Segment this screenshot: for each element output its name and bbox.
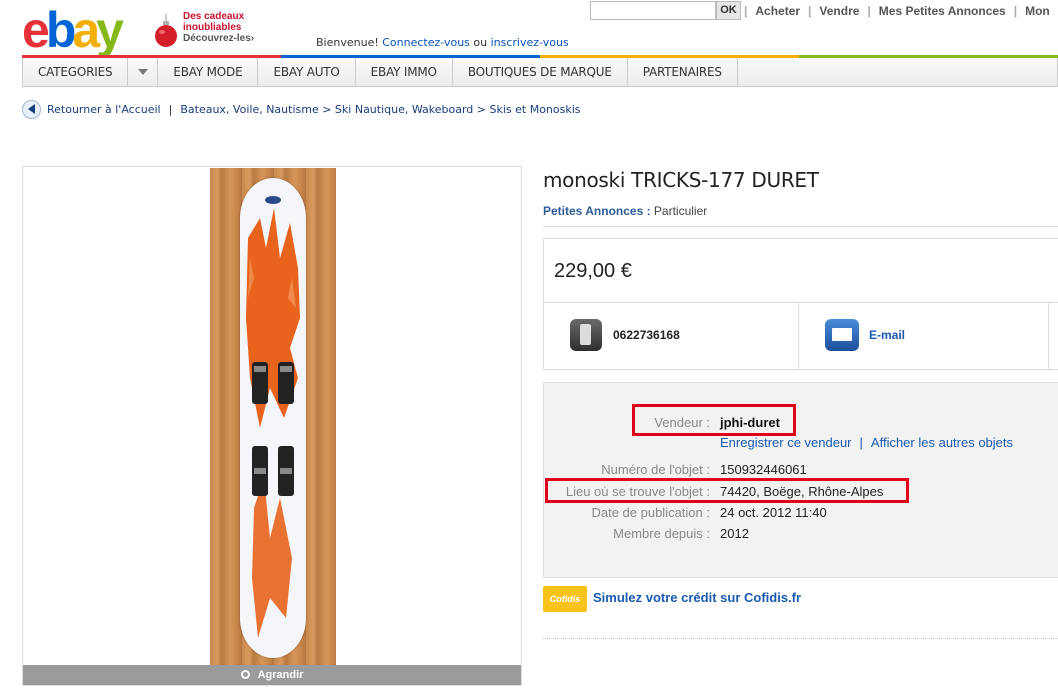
promo-link[interactable]: Découvrez-les›	[183, 33, 254, 44]
listing-type-label: Petites Annonces :	[543, 204, 651, 218]
links-separator: |	[859, 435, 863, 450]
register-link[interactable]: inscrivez-vous	[491, 36, 569, 49]
signin-link[interactable]: Connectez-vous	[382, 36, 470, 49]
pub-date-label: Date de publication :	[591, 505, 710, 520]
item-photo[interactable]	[210, 168, 336, 666]
welcome-message: Bienvenue! Connectez-vous ou inscrivez-v…	[316, 36, 569, 49]
divider	[798, 303, 799, 370]
divider	[543, 638, 1058, 639]
nav-ebay-immo[interactable]: EBAY IMMO	[356, 58, 453, 86]
chevron-down-icon	[137, 69, 148, 75]
breadcrumb-separator: |	[168, 102, 173, 116]
promo-line2: inoubliables	[183, 22, 242, 33]
listing-type-value: Particulier	[653, 204, 708, 218]
logo-letter-y: y	[96, 2, 124, 58]
nav-categories-dropdown[interactable]	[128, 58, 159, 86]
top-link-vendre[interactable]: Vendre	[811, 4, 867, 18]
search-input[interactable]	[590, 1, 716, 20]
logo-letter-b: b	[45, 2, 76, 58]
cofidis-link[interactable]: Simulez votre crédit sur Cofidis.fr	[593, 590, 801, 605]
breadcrumb-path[interactable]: Bateaux, Voile, Nautisme > Ski Nautique,…	[180, 103, 580, 116]
email-link[interactable]: E-mail	[869, 328, 905, 342]
breadcrumb: Retourner à l'Accueil | Bateaux, Voile, …	[22, 99, 581, 119]
member-since: 2012	[720, 526, 749, 541]
top-link-acheter[interactable]: Acheter	[747, 4, 808, 18]
price: 229,00 €	[554, 260, 632, 282]
cofidis-logo[interactable]: Cofidis	[543, 586, 587, 612]
nav-boutiques[interactable]: BOUTIQUES DE MARQUE	[453, 58, 628, 86]
logo-letter-e: e	[22, 2, 50, 58]
top-link-mon[interactable]: Mon	[1017, 4, 1058, 18]
divider	[1048, 303, 1049, 370]
phone-number[interactable]: 0622736168	[613, 328, 680, 342]
top-links: | Acheter | Vendre | Mes Petites Annonces | Mon	[744, 4, 1058, 18]
search-ok-button[interactable]: OK	[716, 1, 741, 20]
welcome-or: ou	[473, 36, 488, 49]
monoski-image	[240, 178, 306, 658]
enlarge-button[interactable]: Agrandir	[23, 665, 521, 685]
price-contact-box: 229,00 € 0622736168 E-mail	[543, 238, 1058, 370]
board-graphic	[246, 196, 300, 638]
item-image-panel: Agrandir	[22, 166, 522, 686]
page: ebay Des cadeaux inoubliables Découvrez-…	[0, 0, 1058, 692]
highlight-vendor	[632, 404, 796, 436]
promo-line1: Des cadeaux	[183, 11, 245, 22]
nav-ebay-mode[interactable]: EBAY MODE	[158, 58, 259, 86]
nav-categories[interactable]: CATEGORIES	[23, 58, 129, 86]
seller-links: Enregistrer ce vendeur | Afficher les autr…	[720, 435, 1013, 450]
christmas-ornament-icon[interactable]	[154, 14, 178, 48]
highlight-location	[545, 478, 909, 503]
magnifier-icon	[240, 670, 250, 679]
item-number-label: Numéro de l'objet :	[601, 462, 710, 477]
phone-icon	[570, 319, 602, 351]
listing-type: Petites Annonces : Particulier	[543, 204, 707, 218]
item-number: 150932446061	[720, 462, 807, 477]
category-nav: CATEGORIES EBAY MODE EBAY AUTO EBAY IMMO…	[22, 58, 1058, 87]
listing-title: monoski TRICKS-177 DURET	[543, 168, 819, 192]
other-items-link[interactable]: Afficher les autres objets	[871, 435, 1013, 450]
nav-ebay-auto[interactable]: EBAY AUTO	[258, 58, 356, 86]
welcome-prefix: Bienvenue!	[316, 36, 379, 49]
pub-date: 24 oct. 2012 11:40	[720, 505, 827, 520]
top-link-mes-petites-annonces[interactable]: Mes Petites Annonces	[871, 4, 1014, 18]
member-since-label: Membre depuis :	[613, 526, 710, 541]
email-icon[interactable]	[825, 319, 859, 351]
promo-text[interactable]: Des cadeaux inoubliables Découvrez-les›	[183, 11, 254, 44]
back-home-link[interactable]: Retourner à l'Accueil	[47, 103, 161, 116]
divider	[543, 226, 1058, 227]
ebay-logo[interactable]: ebay	[22, 2, 124, 58]
logo-letter-a: a	[72, 2, 100, 58]
save-seller-link[interactable]: Enregistrer ce vendeur	[720, 435, 852, 450]
enlarge-label: Agrandir	[257, 669, 304, 681]
divider	[544, 302, 1058, 303]
back-arrow-icon[interactable]	[22, 99, 41, 119]
nav-partenaires[interactable]: PARTENAIRES	[628, 58, 738, 86]
